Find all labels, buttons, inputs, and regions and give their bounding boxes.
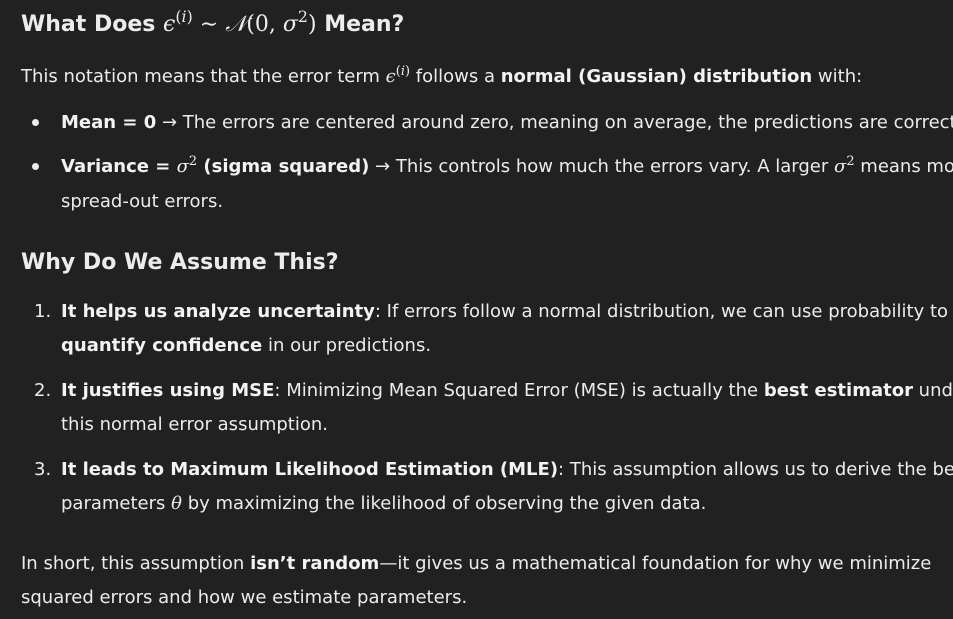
- numbered-2-bold2: best estimator: [763, 380, 913, 401]
- bullet-mean-text: → The errors are centered around zero, m…: [156, 112, 953, 133]
- heading1-suffix: Mean?: [316, 12, 405, 37]
- numbered-2-text2: under: [918, 380, 953, 401]
- numbered-item-uncertainty: It helps us analyze uncertainty: If erro…: [61, 294, 948, 329]
- summary-bold: isn’t random: [250, 553, 380, 574]
- bullet-variance-line2: spread-out errors.: [61, 191, 224, 212]
- heading-what-does: What Does ϵ(i) ∼ 𝒩(0, σ2) Mean?: [21, 7, 405, 37]
- bullet-dot: [32, 163, 39, 170]
- bullet-variance-bold-prefix: Variance =: [61, 156, 177, 177]
- numbered-item-mse-line2: this normal error assumption.: [61, 414, 329, 435]
- formula-sigma-squared: σ2: [176, 153, 198, 177]
- formula-theta: θ: [171, 493, 182, 514]
- list-number: 3.: [34, 459, 52, 480]
- summary-text1: In short, this assumption: [21, 553, 251, 574]
- heading1-prefix: What Does: [21, 12, 164, 37]
- numbered-item-mse: It justifies using MSE: Minimizing Mean …: [61, 373, 953, 408]
- summary-paragraph-line2: squared errors and how we estimate param…: [21, 587, 468, 608]
- numbered-2-text1: : Minimizing Mean Squared Error (MSE) is…: [274, 380, 764, 401]
- numbered-1-text: : If errors follow a normal distribution…: [374, 301, 949, 322]
- bullet-variance-bold-suffix: (sigma squared): [197, 156, 370, 177]
- numbered-item-uncertainty-line2: quantify confidence in our predictions.: [61, 328, 431, 363]
- numbered-item-mle-line2: parameters θ by maximizing the likelihoo…: [61, 486, 706, 521]
- intro-text1: This notation means that the error term: [21, 66, 386, 87]
- bullet-variance-text2: means more: [860, 156, 953, 177]
- bullet-variance: Variance = σ2 (sigma squared) → This con…: [61, 149, 953, 186]
- numbered-1-line2-text: in our predictions.: [262, 335, 432, 356]
- list-number: 2.: [34, 380, 52, 401]
- numbered-3-text: : This assumption allows us to derive th…: [558, 459, 953, 480]
- numbered-3-bold: It leads to Maximum Likelihood Estimatio…: [61, 459, 559, 480]
- formula-sigma-squared: σ2: [834, 153, 855, 177]
- intro-paragraph: This notation means that the error term …: [21, 59, 862, 96]
- bullet-mean-bold: Mean = 0: [61, 112, 157, 133]
- formula-error-distribution: ϵ(i) ∼ 𝒩(0, σ2): [163, 7, 317, 37]
- bullet-dot: [32, 119, 39, 126]
- intro-bold: normal (Gaussian) distribution: [500, 66, 813, 87]
- list-number: 1.: [34, 301, 52, 322]
- intro-text3: with:: [812, 66, 863, 87]
- formula-error-term: ϵ(i): [385, 63, 411, 87]
- summary-text2: —it gives us a mathematical foundation f…: [379, 553, 932, 574]
- summary-paragraph: In short, this assumption isn’t random—i…: [21, 546, 931, 581]
- intro-text2: follows a: [410, 66, 501, 87]
- numbered-1-line2-bold: quantify confidence: [61, 335, 263, 356]
- numbered-1-bold: It helps us analyze uncertainty: [61, 301, 375, 322]
- numbered-3-line2-text1: parameters: [61, 493, 172, 514]
- bullet-variance-text1: → This controls how much the errors vary…: [369, 156, 835, 177]
- numbered-2-bold: It justifies using MSE: [61, 380, 275, 401]
- bullet-mean: Mean = 0 → The errors are centered aroun…: [61, 105, 953, 140]
- numbered-item-mle: It leads to Maximum Likelihood Estimatio…: [61, 452, 953, 487]
- numbered-3-line2-text2: by maximizing the likelihood of observin…: [181, 493, 707, 514]
- heading-why-assume: Why Do We Assume This?: [21, 250, 339, 275]
